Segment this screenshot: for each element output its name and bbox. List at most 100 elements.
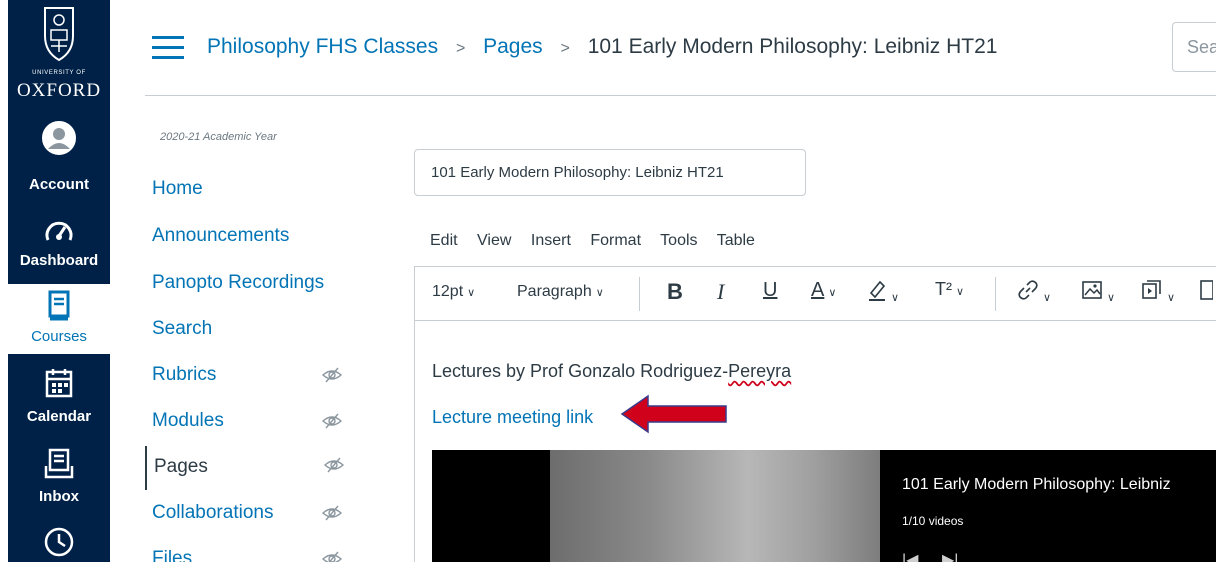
document-button[interactable] bbox=[1199, 279, 1214, 306]
global-navigation: UNIVERSITY OF OXFORD Account Dashboard C… bbox=[8, 0, 110, 562]
chevron-down-icon: ∨ bbox=[828, 287, 837, 299]
inbox-icon bbox=[44, 448, 74, 479]
course-nav-files-label: Files bbox=[152, 548, 193, 562]
university-logo[interactable]: UNIVERSITY OF OXFORD bbox=[8, 0, 110, 112]
next-video-icon[interactable]: ▶| bbox=[942, 550, 958, 562]
toolbar-divider bbox=[639, 277, 640, 311]
superscript-button[interactable]: T² ∨ bbox=[935, 279, 964, 300]
menu-insert[interactable]: Insert bbox=[531, 232, 571, 249]
hidden-eye-icon bbox=[322, 413, 342, 429]
course-nav-announcements[interactable]: Announcements bbox=[152, 217, 382, 257]
course-nav-collaborations-label: Collaborations bbox=[152, 502, 274, 523]
course-nav-panopto-recordings[interactable]: Panopto Recordings bbox=[152, 264, 382, 304]
font-size-dropdown[interactable]: 12pt ∨ bbox=[432, 283, 475, 301]
breadcrumb-separator-icon: > bbox=[560, 40, 570, 57]
course-nav-announcements-label: Announcements bbox=[152, 225, 290, 246]
course-nav-rubrics[interactable]: Rubrics bbox=[152, 356, 382, 396]
menu-tools[interactable]: Tools bbox=[660, 232, 697, 249]
misspelled-word: Pereyra bbox=[728, 361, 792, 381]
lecturer-text: Lectures by Prof Gonzalo Rodriguez- bbox=[432, 361, 729, 381]
course-nav-home[interactable]: Home bbox=[152, 170, 382, 210]
menu-table[interactable]: Table bbox=[717, 232, 755, 249]
global-nav-calendar[interactable]: Calendar bbox=[8, 362, 110, 442]
global-nav-calendar-label: Calendar bbox=[26, 408, 92, 425]
hamburger-menu-icon[interactable] bbox=[152, 36, 184, 60]
course-nav-modules[interactable]: Modules bbox=[152, 402, 382, 442]
menu-edit[interactable]: Edit bbox=[430, 232, 458, 249]
course-nav-search[interactable]: Search bbox=[152, 310, 382, 350]
toolbar-divider bbox=[995, 277, 996, 311]
block-format-value: Paragraph bbox=[517, 283, 592, 300]
chevron-down-icon: ∨ bbox=[595, 287, 604, 299]
embedded-video-player[interactable]: 101 Early Modern Philosophy: Leibniz 1/1… bbox=[432, 450, 1216, 562]
hidden-eye-icon bbox=[322, 367, 342, 383]
global-nav-courses-label: Courses bbox=[31, 328, 87, 345]
breadcrumb-separator-icon: > bbox=[455, 40, 466, 57]
red-annotation-arrow-icon bbox=[620, 394, 727, 434]
course-navigation: 2020-21 Academic Year Home Announcements… bbox=[145, 96, 385, 562]
search-input[interactable]: Sea bbox=[1172, 22, 1216, 72]
global-nav-account[interactable]: Account bbox=[8, 114, 110, 194]
search-placeholder: Sea bbox=[1187, 37, 1216, 57]
bold-button[interactable]: B bbox=[667, 279, 683, 305]
lecture-meeting-link[interactable]: Lecture meeting link bbox=[432, 407, 593, 428]
logo-university-of: UNIVERSITY OF bbox=[32, 70, 86, 76]
chevron-down-icon: ∨ bbox=[1167, 292, 1176, 304]
image-button[interactable]: ∨ bbox=[1081, 279, 1115, 306]
menu-view[interactable]: View bbox=[477, 232, 511, 249]
highlighter-icon bbox=[869, 280, 886, 301]
hidden-eye-icon bbox=[324, 457, 344, 473]
chevron-down-icon: ∨ bbox=[467, 287, 476, 299]
global-nav-history[interactable] bbox=[8, 520, 110, 562]
course-nav-files[interactable]: Files bbox=[152, 540, 382, 562]
course-nav-pages[interactable]: Pages bbox=[145, 446, 375, 490]
global-nav-dashboard-label: Dashboard bbox=[19, 252, 99, 269]
editor-menubar: Edit View Insert Format Tools Table bbox=[430, 232, 770, 250]
previous-video-icon[interactable]: |◀ bbox=[902, 550, 918, 562]
block-format-dropdown[interactable]: Paragraph ∨ bbox=[517, 283, 604, 301]
user-avatar-icon bbox=[42, 121, 76, 155]
menu-format[interactable]: Format bbox=[590, 232, 641, 249]
course-nav-collaborations[interactable]: Collaborations bbox=[152, 494, 382, 534]
breadcrumb-course[interactable]: Philosophy FHS Classes bbox=[207, 35, 438, 58]
highlight-color-button[interactable]: ∨ bbox=[867, 279, 899, 306]
breadcrumb-pages[interactable]: Pages bbox=[483, 35, 543, 58]
video-thumbnail bbox=[550, 450, 880, 562]
media-icon bbox=[1142, 280, 1161, 299]
chevron-down-icon: ∨ bbox=[1107, 292, 1116, 304]
link-icon bbox=[1018, 280, 1038, 300]
breadcrumb: Philosophy FHS Classes > Pages > 101 Ear… bbox=[207, 35, 997, 59]
page-title-input[interactable]: 101 Early Modern Philosophy: Leibniz HT2… bbox=[414, 149, 806, 196]
calendar-icon bbox=[45, 369, 73, 398]
global-nav-inbox-label: Inbox bbox=[39, 488, 79, 505]
underline-button[interactable]: U bbox=[763, 279, 777, 302]
text-color-button[interactable]: A ∨ bbox=[811, 279, 836, 302]
chevron-down-icon: ∨ bbox=[1043, 292, 1052, 304]
global-nav-inbox[interactable]: Inbox bbox=[8, 444, 110, 524]
hidden-eye-icon bbox=[322, 551, 342, 562]
global-nav-account-label: Account bbox=[29, 176, 89, 193]
global-nav-courses[interactable]: Courses bbox=[8, 284, 110, 354]
global-nav-dashboard[interactable]: Dashboard bbox=[8, 206, 110, 286]
chevron-down-icon: ∨ bbox=[956, 286, 965, 298]
page-header: Philosophy FHS Classes > Pages > 101 Ear… bbox=[145, 0, 1216, 96]
link-button[interactable]: ∨ bbox=[1017, 279, 1051, 306]
courses-book-icon bbox=[48, 290, 70, 321]
academic-year-label: 2020-21 Academic Year bbox=[160, 131, 277, 143]
font-size-value: 12pt bbox=[432, 283, 464, 300]
course-nav-home-label: Home bbox=[152, 178, 203, 199]
course-nav-modules-label: Modules bbox=[152, 410, 224, 431]
document-icon bbox=[1200, 280, 1214, 300]
media-button[interactable]: ∨ bbox=[1141, 279, 1175, 306]
course-nav-panopto-label: Panopto Recordings bbox=[152, 272, 325, 293]
italic-button[interactable]: I bbox=[717, 279, 724, 305]
superscript-label: T² bbox=[935, 279, 952, 299]
editor-toolbar: 12pt ∨ Paragraph ∨ B I U A ∨ ∨ T² ∨ ∨ ∨ ∨ bbox=[415, 267, 1216, 321]
playlist-title: 101 Early Modern Philosophy: Leibniz bbox=[902, 476, 1171, 493]
oxford-crest-icon bbox=[44, 7, 74, 62]
playlist-count: 1/10 videos bbox=[902, 514, 964, 528]
text-color-letter: A bbox=[811, 279, 825, 301]
course-nav-rubrics-label: Rubrics bbox=[152, 364, 217, 385]
course-nav-search-label: Search bbox=[152, 318, 213, 339]
clock-history-icon bbox=[44, 527, 74, 557]
